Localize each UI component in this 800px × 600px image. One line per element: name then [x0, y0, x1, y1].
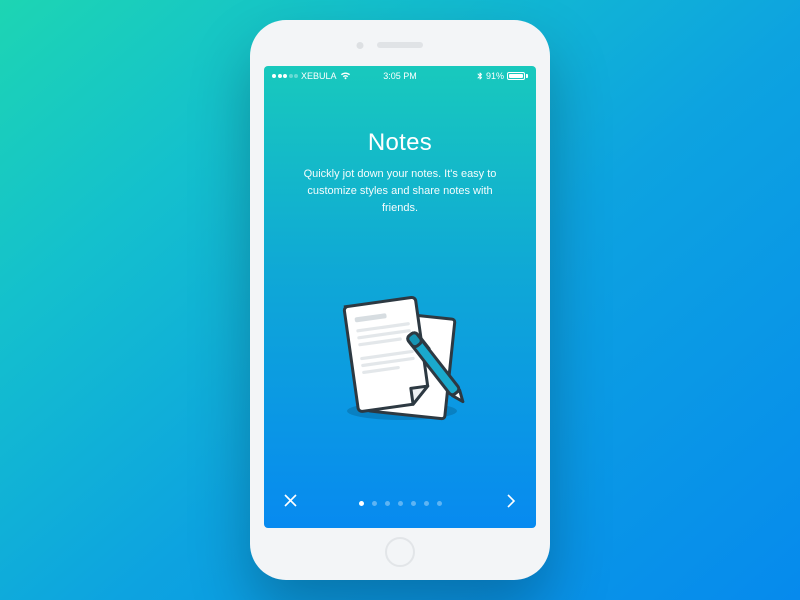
phone-camera-dot: [357, 42, 364, 49]
wifi-icon: [340, 72, 351, 80]
next-button[interactable]: [500, 493, 520, 513]
screen: XEBULA 3:05 PM 91% N: [264, 66, 536, 528]
paper-pen-icon: [320, 279, 480, 439]
phone-speaker: [377, 42, 423, 48]
close-button[interactable]: [280, 493, 300, 513]
page-description: Quickly jot down your notes. It's easy t…: [290, 166, 510, 217]
app-background: XEBULA 3:05 PM 91% N: [0, 0, 800, 600]
onboarding-content: Notes Quickly jot down your notes. It's …: [264, 86, 536, 482]
close-icon: [283, 493, 298, 513]
onboarding-footer: [264, 482, 536, 528]
battery-label: 91%: [486, 71, 504, 81]
status-bar: XEBULA 3:05 PM 91%: [264, 66, 536, 86]
bluetooth-icon: [477, 71, 483, 81]
home-button[interactable]: [385, 537, 415, 567]
battery-icon: [507, 72, 528, 80]
chevron-right-icon: [505, 493, 516, 514]
illustration: [320, 235, 480, 482]
signal-dots-icon: [272, 74, 298, 78]
carrier-label: XEBULA: [301, 71, 337, 81]
status-left: XEBULA: [272, 71, 351, 81]
page-indicator[interactable]: [359, 501, 442, 506]
page-title: Notes: [368, 129, 432, 157]
phone-frame: XEBULA 3:05 PM 91% N: [250, 20, 550, 580]
status-right: 91%: [477, 71, 528, 81]
clock: 3:05 PM: [383, 71, 417, 81]
